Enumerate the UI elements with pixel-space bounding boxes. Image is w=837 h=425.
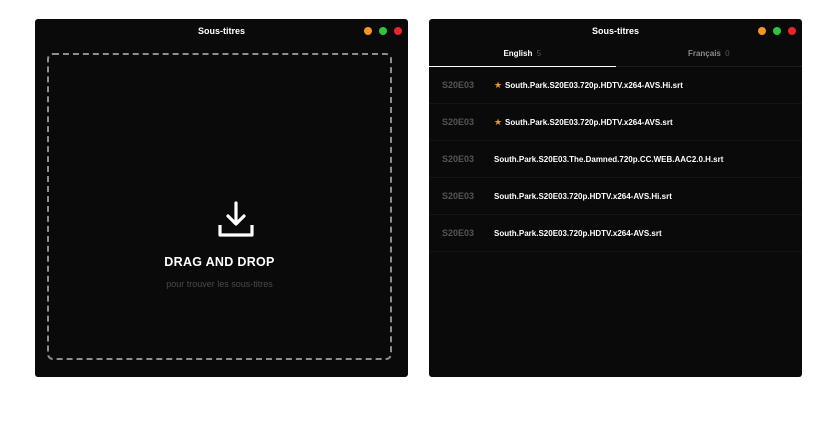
subtitle-filename: South.Park.S20E03.The.Damned.720p.CC.WEB… (494, 154, 724, 164)
drop-subtitle: pour trouver les sous-titres (166, 279, 273, 289)
close-button[interactable] (394, 27, 402, 35)
list-item[interactable]: S20E03 South.Park.S20E03.The.Damned.720p… (429, 141, 802, 178)
episode-code: S20E03 (442, 228, 475, 238)
close-button[interactable] (788, 27, 796, 35)
drop-window: Sous-titres DRAG AND DROP pour trouver l… (35, 19, 408, 377)
list-item[interactable]: S20E03 ★ South.Park.S20E03.720p.HDTV.x26… (429, 67, 802, 104)
subtitle-filename: South.Park.S20E03.720p.HDTV.x264-AVS.srt (505, 117, 673, 127)
window-titlebar[interactable]: Sous-titres (429, 19, 802, 43)
language-tabs: English 5 Français 0 (429, 43, 802, 67)
window-title: Sous-titres (591, 26, 639, 36)
episode-code: S20E03 (442, 154, 475, 164)
minimize-button[interactable] (758, 27, 766, 35)
tab-english[interactable]: English 5 (429, 43, 616, 67)
subtitles-window: Sous-titres English 5 Français 0 S20E03 … (429, 19, 802, 377)
tab-count: 5 (536, 49, 542, 58)
drop-title: DRAG AND DROP (164, 255, 275, 269)
star-icon: ★ (494, 116, 503, 127)
list-item[interactable]: S20E03 ★ South.Park.S20E03.720p.HDTV.x26… (429, 104, 802, 141)
minimize-button[interactable] (364, 27, 372, 35)
tab-count: 0 (725, 49, 730, 58)
episode-code: S20E03 (442, 191, 475, 201)
subtitle-filename: South.Park.S20E03.720p.HDTV.x264-AVS.srt (494, 228, 662, 238)
subtitle-filename: South.Park.S20E03.720p.HDTV.x264-AVS.Hi.… (494, 191, 672, 201)
star-icon: ★ (494, 79, 503, 90)
subtitle-filename: South.Park.S20E03.720p.HDTV.x264-AVS.Hi.… (505, 80, 683, 90)
download-tray-icon (218, 201, 254, 237)
drop-zone[interactable]: DRAG AND DROP pour trouver les sous-titr… (47, 53, 392, 360)
window-title: Sous-titres (197, 26, 245, 36)
tab-francais[interactable]: Français 0 (615, 43, 802, 67)
list-item[interactable]: S20E03 South.Park.S20E03.720p.HDTV.x264-… (429, 178, 802, 215)
list-item[interactable]: S20E03 South.Park.S20E03.720p.HDTV.x264-… (429, 215, 802, 252)
window-controls (364, 27, 402, 35)
episode-code: S20E03 (442, 117, 475, 127)
window-controls (758, 27, 796, 35)
episode-code: S20E03 (442, 80, 475, 90)
subtitle-list: S20E03 ★ South.Park.S20E03.720p.HDTV.x26… (429, 67, 802, 252)
maximize-button[interactable] (379, 27, 387, 35)
window-titlebar[interactable]: Sous-titres (35, 19, 408, 43)
tab-label: Français (687, 49, 721, 58)
maximize-button[interactable] (773, 27, 781, 35)
tab-label: English (503, 49, 533, 58)
